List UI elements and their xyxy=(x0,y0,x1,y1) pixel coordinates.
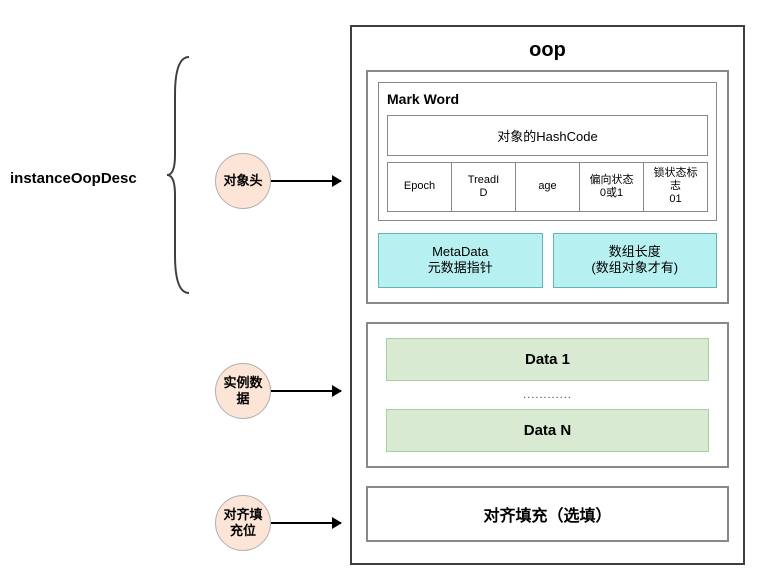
meta-row: MetaData 元数据指针 数组长度 (数组对象才有) xyxy=(378,233,717,289)
mark-word-title: Mark Word xyxy=(387,91,708,107)
object-header-box: Mark Word 对象的HashCode Epoch TreadI D age… xyxy=(366,70,729,304)
circle-padding-label: 对齐填 充位 xyxy=(223,507,262,538)
metadata-cell: MetaData 元数据指针 xyxy=(378,233,543,289)
data-last: Data N xyxy=(386,409,709,452)
arrow-data xyxy=(271,390,341,392)
hashcode-cell: 对象的HashCode xyxy=(387,115,708,156)
mw-lock: 锁状态标 志 01 xyxy=(644,162,708,212)
left-label: instanceOopDesc xyxy=(10,170,137,187)
mw-bias: 偏向状态 0或1 xyxy=(580,162,644,212)
mw-age: age xyxy=(516,162,580,212)
mw-epoch: Epoch xyxy=(387,162,452,212)
circle-header: 对象头 xyxy=(215,153,271,209)
arraylen-cell: 数组长度 (数组对象才有) xyxy=(553,233,718,289)
arrow-header xyxy=(271,180,341,182)
oop-box: oop Mark Word 对象的HashCode Epoch TreadI D… xyxy=(350,25,745,565)
mark-word-row: Epoch TreadI D age 偏向状态 0或1 锁状态标 志 01 xyxy=(387,162,708,212)
circle-data-label: 实例数 据 xyxy=(223,375,262,406)
circle-padding: 对齐填 充位 xyxy=(215,495,271,551)
data-first: Data 1 xyxy=(386,338,709,381)
curly-brace xyxy=(165,55,193,295)
data-dots: ............ xyxy=(386,381,709,409)
circle-header-label: 对象头 xyxy=(223,173,262,189)
circle-data: 实例数 据 xyxy=(215,363,271,419)
padding-box: 对齐填充（选填） xyxy=(366,486,729,542)
mark-word-box: Mark Word 对象的HashCode Epoch TreadI D age… xyxy=(378,82,717,221)
instance-data-box: Data 1 ............ Data N xyxy=(366,322,729,468)
oop-title: oop xyxy=(352,27,743,70)
arrow-padding xyxy=(271,522,341,524)
mw-threadid: TreadI D xyxy=(452,162,516,212)
